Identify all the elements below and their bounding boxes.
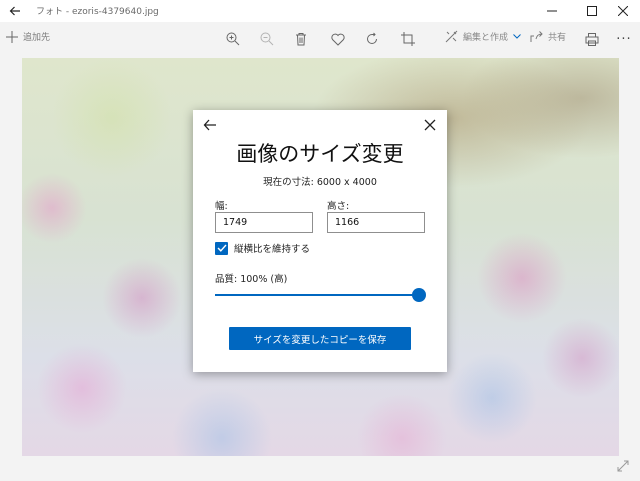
chevron-down-icon bbox=[513, 34, 521, 39]
title-bar: フォト - ezoris-4379640.jpg bbox=[0, 0, 640, 22]
edit-create-label: 編集と作成 bbox=[463, 33, 509, 43]
save-resized-copy-button[interactable]: サイズを変更したコピーを保存 bbox=[229, 327, 411, 350]
minimize-icon bbox=[547, 10, 557, 12]
height-label: 高さ: bbox=[327, 201, 350, 212]
share-button[interactable]: 共有 bbox=[530, 30, 566, 43]
window-title: フォト - ezoris-4379640.jpg bbox=[36, 7, 159, 17]
close-icon bbox=[618, 6, 628, 16]
aspect-ratio-toggle[interactable]: 縦横比を維持する bbox=[215, 241, 310, 255]
print-button[interactable] bbox=[581, 28, 603, 50]
edit-create-icon bbox=[445, 30, 458, 43]
add-to-label: 追加先 bbox=[23, 33, 51, 43]
delete-button[interactable] bbox=[290, 28, 312, 50]
share-label: 共有 bbox=[548, 33, 567, 43]
current-dimensions: 現在の寸法: 6000 x 4000 bbox=[263, 177, 377, 188]
plus-icon bbox=[6, 30, 18, 43]
crop-button[interactable] bbox=[397, 28, 419, 50]
quality-slider-thumb[interactable] bbox=[412, 288, 426, 302]
quality-slider-track[interactable] bbox=[215, 294, 415, 296]
trash-icon bbox=[296, 33, 306, 46]
width-label: 幅: bbox=[215, 201, 228, 212]
zoom-in-icon bbox=[226, 32, 240, 46]
back-arrow-icon bbox=[203, 119, 216, 131]
back-arrow-icon bbox=[9, 6, 20, 16]
printer-icon bbox=[585, 32, 599, 46]
zoom-out-button[interactable] bbox=[256, 28, 278, 50]
resize-grip-icon[interactable] bbox=[616, 458, 630, 472]
maximize-icon bbox=[587, 6, 597, 16]
favorite-button[interactable] bbox=[327, 28, 349, 50]
quality-slider[interactable] bbox=[215, 286, 426, 304]
dialog-back-button[interactable] bbox=[201, 116, 219, 134]
crop-icon bbox=[401, 32, 415, 46]
zoom-in-button[interactable] bbox=[222, 28, 244, 50]
checkmark-icon bbox=[217, 244, 227, 252]
rotate-button[interactable] bbox=[361, 28, 383, 50]
close-window-button[interactable] bbox=[605, 0, 640, 22]
add-to-button[interactable]: 追加先 bbox=[6, 30, 50, 43]
height-field[interactable]: 1166 bbox=[327, 212, 425, 233]
more-options-button[interactable]: ··· bbox=[613, 28, 635, 50]
toolbar: 追加先 編集と作成 共有 ··· bbox=[0, 22, 640, 56]
heart-icon bbox=[331, 33, 345, 46]
minimize-button[interactable] bbox=[534, 0, 570, 22]
dialog-title: 画像のサイズ変更 bbox=[236, 142, 404, 166]
width-field[interactable]: 1749 bbox=[215, 212, 313, 233]
quality-label: 品質: 100% (高) bbox=[215, 274, 288, 285]
zoom-out-icon bbox=[260, 32, 274, 46]
back-button[interactable] bbox=[0, 0, 30, 22]
dialog-close-button[interactable] bbox=[421, 116, 439, 134]
resize-dialog: 画像のサイズ変更 現在の寸法: 6000 x 4000 幅: 1749 高さ: … bbox=[193, 110, 447, 372]
aspect-ratio-label: 縦横比を維持する bbox=[234, 244, 311, 255]
aspect-ratio-checkbox[interactable] bbox=[215, 241, 228, 255]
close-icon bbox=[424, 119, 436, 131]
share-icon bbox=[530, 30, 543, 42]
rotate-icon bbox=[367, 32, 377, 44]
edit-create-button[interactable]: 編集と作成 bbox=[445, 30, 521, 43]
